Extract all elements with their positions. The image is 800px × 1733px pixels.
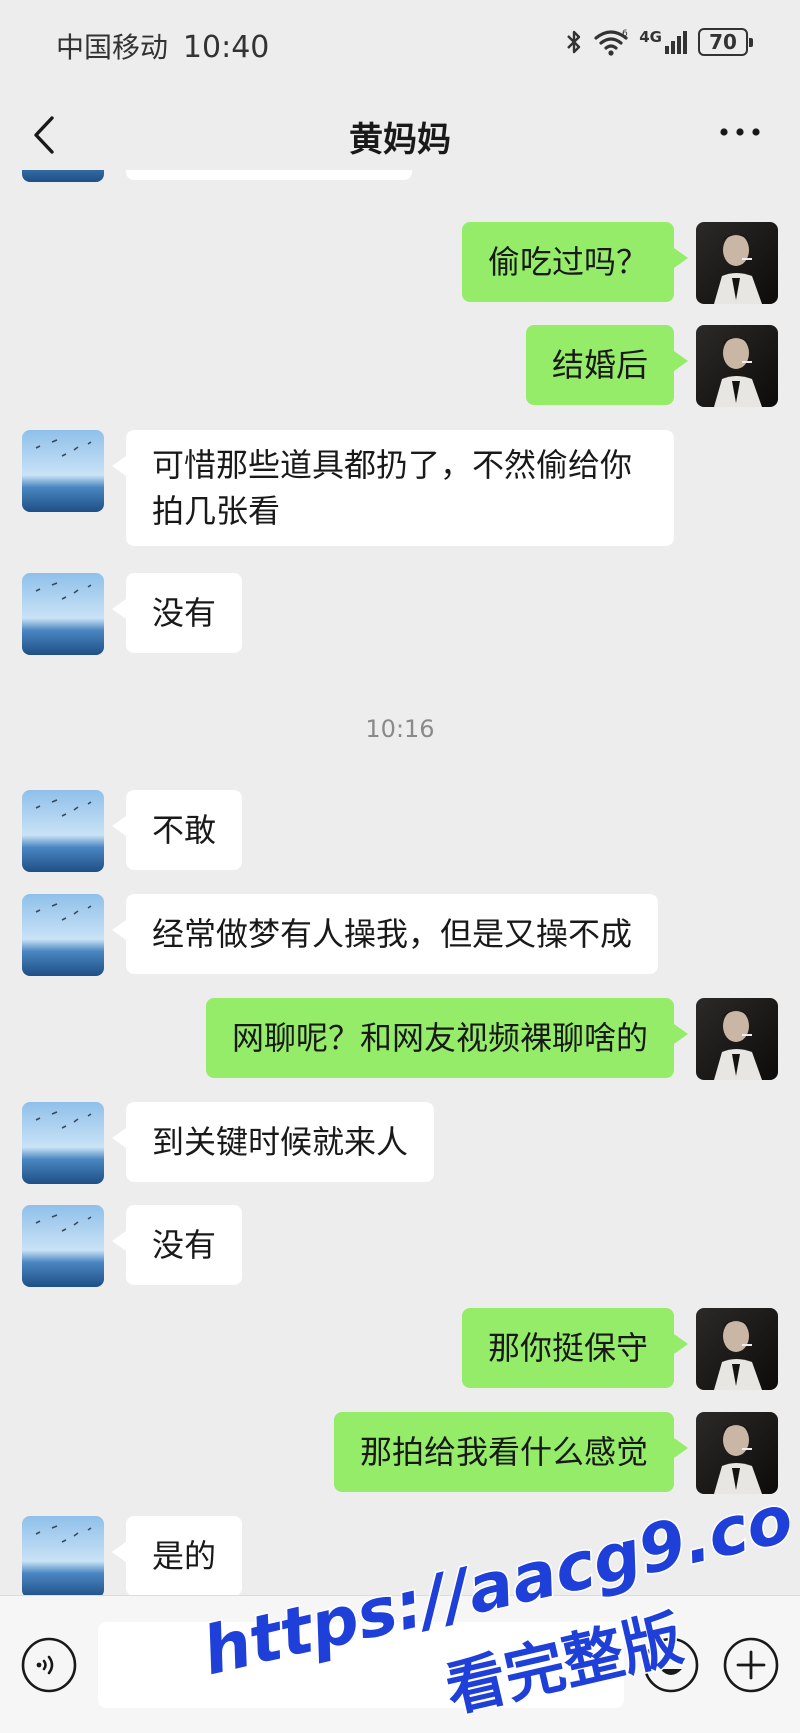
message-bubble[interactable]: 结婚后 bbox=[525, 325, 689, 405]
message-text: 经常做梦有人操我，但是又操不成 bbox=[152, 915, 633, 953]
message-bubble[interactable] bbox=[126, 170, 412, 180]
message-text: 网聊呢？和网友视频裸聊啥的 bbox=[231, 1019, 648, 1057]
message-bubble[interactable]: 那拍给我看什么感觉 bbox=[333, 1412, 689, 1492]
message-bubble[interactable]: 是的 bbox=[111, 1516, 243, 1595]
bluetooth-icon bbox=[567, 30, 581, 54]
avatar[interactable] bbox=[696, 998, 778, 1080]
chat-area[interactable]: 偷吃过吗？ 结婚后 可惜那些道具都扔了，不然偷给你 拍几张看 没有 10:16 … bbox=[0, 170, 800, 1595]
wifi-icon: 6 bbox=[594, 29, 628, 56]
contact-avatar-sky bbox=[22, 1516, 104, 1595]
message-bubble[interactable]: 到关键时候就来人 bbox=[111, 1102, 435, 1182]
carrier-time: 中国移动 10:40 bbox=[56, 26, 269, 66]
plus-icon bbox=[723, 1637, 779, 1693]
avatar[interactable] bbox=[22, 894, 104, 976]
more-dots-icon bbox=[720, 128, 760, 136]
avatar[interactable] bbox=[22, 170, 104, 182]
user-avatar-man bbox=[696, 325, 778, 407]
battery-indicator: 70 bbox=[698, 28, 753, 56]
message-text: 结婚后 bbox=[551, 346, 648, 384]
message-bubble[interactable]: 没有 bbox=[111, 573, 243, 653]
message-bubble[interactable]: 偷吃过吗？ bbox=[461, 222, 689, 302]
user-avatar-man bbox=[696, 998, 778, 1080]
message-bubble[interactable]: 不敢 bbox=[111, 790, 243, 870]
avatar[interactable] bbox=[22, 1205, 104, 1287]
plus-button[interactable] bbox=[722, 1636, 780, 1694]
message-text: 不敢 bbox=[152, 811, 217, 849]
message-bubble[interactable]: 可惜那些道具都扔了，不然偷给你 拍几张看 bbox=[112, 430, 674, 546]
status-bar: 中国移动 10:40 6 4G 70 bbox=[0, 0, 800, 90]
user-avatar-man bbox=[696, 1412, 778, 1494]
voice-button[interactable] bbox=[20, 1636, 78, 1694]
emoji-button[interactable] bbox=[642, 1636, 700, 1694]
contact-avatar-sky bbox=[22, 430, 104, 512]
avatar[interactable] bbox=[22, 1102, 104, 1184]
emoji-icon bbox=[643, 1637, 699, 1693]
avatar[interactable] bbox=[696, 1412, 778, 1494]
message-text: 可惜那些道具都扔了，不然偷给你 拍几张看 bbox=[152, 442, 632, 534]
message-bubble[interactable]: 网聊呢？和网友视频裸聊啥的 bbox=[205, 998, 689, 1078]
contact-avatar-sky bbox=[22, 790, 104, 872]
message-bubble[interactable]: 经常做梦有人操我，但是又操不成 bbox=[111, 894, 659, 974]
message-text: 没有 bbox=[152, 1226, 217, 1264]
avatar[interactable] bbox=[22, 573, 104, 655]
message-text: 是的 bbox=[152, 1537, 217, 1575]
chat-title: 黄妈妈 bbox=[349, 120, 451, 160]
message-line: 拍几张看 bbox=[152, 492, 281, 530]
contact-avatar-sky bbox=[22, 1205, 104, 1287]
message-input[interactable] bbox=[98, 1622, 624, 1708]
cell-signal-icon bbox=[665, 31, 687, 54]
input-bar bbox=[0, 1595, 800, 1733]
message-bubble[interactable]: 没有 bbox=[111, 1205, 243, 1285]
contact-avatar-sky bbox=[22, 170, 104, 182]
nav-bar: 黄妈妈 bbox=[0, 90, 800, 182]
message-text: 那拍给我看什么感觉 bbox=[359, 1433, 648, 1471]
message-text: 没有 bbox=[152, 594, 217, 632]
contact-avatar-sky bbox=[22, 1102, 104, 1184]
message-text: 那你挺保守 bbox=[487, 1329, 648, 1367]
avatar[interactable] bbox=[696, 325, 778, 407]
svg-text:6: 6 bbox=[622, 29, 628, 39]
avatar[interactable] bbox=[696, 1308, 778, 1390]
message-text: 到关键时候就来人 bbox=[152, 1123, 409, 1161]
message-line: 可惜那些道具都扔了，不然偷给你 bbox=[152, 446, 633, 484]
voice-icon bbox=[21, 1637, 77, 1693]
clock: 10:40 bbox=[182, 30, 270, 65]
user-avatar-man bbox=[696, 1308, 778, 1390]
more-button[interactable] bbox=[716, 112, 764, 152]
signal-type: 4G bbox=[639, 28, 662, 46]
message-text: 偷吃过吗？ bbox=[487, 243, 648, 281]
message-bubble[interactable]: 那你挺保守 bbox=[461, 1308, 689, 1388]
contact-avatar-sky bbox=[22, 573, 104, 655]
time-divider: 10:16 bbox=[365, 715, 435, 743]
user-avatar-man bbox=[696, 222, 778, 304]
avatar[interactable] bbox=[696, 222, 778, 304]
avatar[interactable] bbox=[22, 430, 104, 512]
avatar[interactable] bbox=[22, 790, 104, 872]
carrier-name: 中国移动 bbox=[56, 31, 169, 64]
system-icons: 6 4G 70 bbox=[565, 28, 753, 56]
avatar[interactable] bbox=[22, 1516, 104, 1595]
contact-avatar-sky bbox=[22, 894, 104, 976]
